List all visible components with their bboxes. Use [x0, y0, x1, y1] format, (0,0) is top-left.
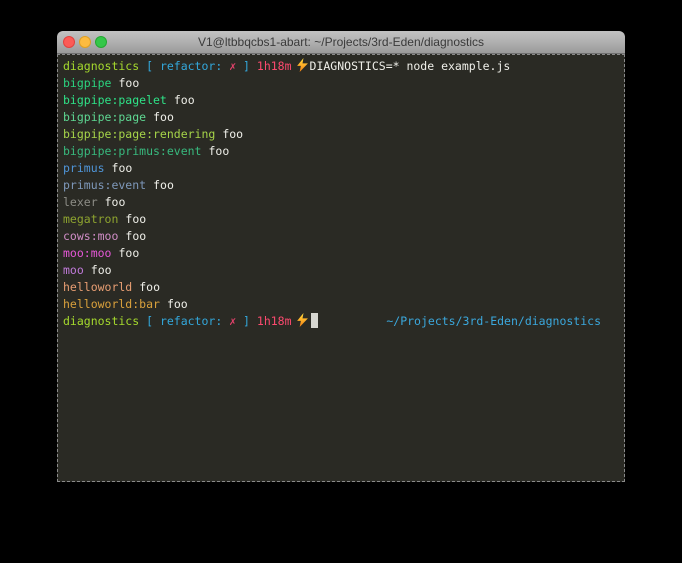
terminal-content[interactable]: diagnostics [ refactor: ✗ ] 1h18m DIAGNOS… — [57, 54, 625, 482]
log-line: helloworld foo — [63, 279, 619, 296]
log-line: helloworld:bar foo — [63, 296, 619, 313]
lightning-icon — [297, 313, 309, 327]
log-line: bigpipe:page:rendering foo — [63, 126, 619, 143]
log-line: primus foo — [63, 160, 619, 177]
prompt-segment: [ refactor: — [139, 59, 229, 73]
prompt: diagnostics [ refactor: ✗ ] 1h18m — [63, 314, 292, 328]
log-namespace: cows:moo — [63, 229, 118, 243]
log-message: foo — [112, 161, 133, 175]
log-namespace: primus — [63, 161, 105, 175]
prompt-segment: diagnostics — [63, 314, 139, 328]
log-message: foo — [222, 127, 243, 141]
log-message: foo — [118, 76, 139, 90]
log-line: bigpipe:pagelet foo — [63, 92, 619, 109]
prompt-segment: diagnostics — [63, 59, 139, 73]
log-message: foo — [153, 178, 174, 192]
log-namespace: helloworld:bar — [63, 297, 160, 311]
log-output: bigpipefoobigpipe:pageletfoobigpipe:page… — [63, 75, 619, 313]
log-namespace: bigpipe:page — [63, 110, 146, 124]
terminal-cursor[interactable] — [311, 313, 318, 328]
log-message: foo — [174, 93, 195, 107]
log-line: bigpipe foo — [63, 75, 619, 92]
prompt-segment: ] — [236, 59, 257, 73]
log-line: cows:moo foo — [63, 228, 619, 245]
log-namespace: helloworld — [63, 280, 132, 294]
prompt-segment: [ refactor: — [139, 314, 229, 328]
rprompt-path: ~/Projects/3rd-Eden/diagnostics — [386, 313, 619, 330]
command-text: DIAGNOSTICS=* node example.js — [310, 59, 511, 73]
prompt-segment: ] — [236, 314, 257, 328]
log-message: foo — [167, 297, 188, 311]
log-namespace: lexer — [63, 195, 98, 209]
prompt-line-2: diagnostics [ refactor: ✗ ] 1h18m ~/Proj… — [63, 313, 619, 330]
window-title: V1@ltbbqcbs1-abart: ~/Projects/3rd-Eden/… — [57, 31, 625, 53]
log-message: foo — [105, 195, 126, 209]
log-namespace: moo:moo — [63, 246, 111, 260]
log-line: moofoo — [63, 262, 619, 279]
log-message: foo — [153, 110, 174, 124]
log-line: primus:event foo — [63, 177, 619, 194]
log-line: megatron foo — [63, 211, 619, 228]
log-namespace: megatron — [63, 212, 118, 226]
log-message: foo — [139, 280, 160, 294]
log-message: foo — [125, 212, 146, 226]
log-message: foo — [91, 263, 112, 277]
log-line: moo:moo foo — [63, 245, 619, 262]
log-namespace: primus:event — [63, 178, 146, 192]
log-message: foo — [118, 246, 139, 260]
log-namespace: moo — [63, 263, 84, 277]
log-namespace: bigpipe:primus:event — [63, 144, 201, 158]
log-namespace: bigpipe:page:rendering — [63, 127, 215, 141]
log-line: bigpipe:page foo — [63, 109, 619, 126]
prompt-line-1: diagnostics [ refactor: ✗ ] 1h18m DIAGNOS… — [63, 58, 619, 75]
log-message: foo — [208, 144, 229, 158]
lightning-icon — [297, 58, 309, 72]
prompt: diagnostics [ refactor: ✗ ] 1h18m — [63, 59, 292, 73]
prompt-segment: 1h18m — [257, 59, 292, 73]
log-line: lexer foo — [63, 194, 619, 211]
terminal-window: V1@ltbbqcbs1-abart: ~/Projects/3rd-Eden/… — [57, 31, 625, 482]
window-titlebar[interactable]: V1@ltbbqcbs1-abart: ~/Projects/3rd-Eden/… — [57, 31, 625, 54]
log-line: bigpipe:primus:event foo — [63, 143, 619, 160]
log-namespace: bigpipe — [63, 76, 111, 90]
log-namespace: bigpipe:pagelet — [63, 93, 167, 107]
prompt-segment: 1h18m — [257, 314, 292, 328]
log-message: foo — [125, 229, 146, 243]
